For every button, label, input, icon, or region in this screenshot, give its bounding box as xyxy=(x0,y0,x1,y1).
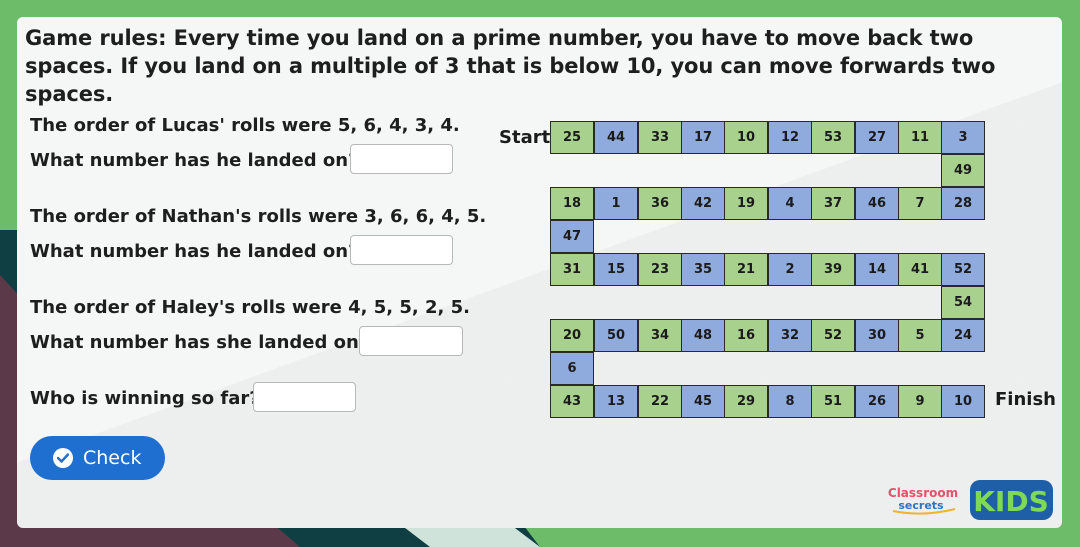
board-cell: 25 xyxy=(550,121,594,154)
board-cell: 5 xyxy=(898,319,942,352)
board-cell: 32 xyxy=(768,319,812,352)
board-cell: 52 xyxy=(941,253,985,286)
check-button-label: Check xyxy=(83,447,142,469)
board-cell: 47 xyxy=(550,220,594,253)
board-cell: 50 xyxy=(594,319,638,352)
logo-badge: KIDS xyxy=(973,485,1049,518)
board-cell: 6 xyxy=(550,352,594,385)
board-cell: 45 xyxy=(681,385,725,418)
question-2-prompt: What number has he landed on? xyxy=(30,241,359,262)
board-cell: 18 xyxy=(550,187,594,220)
check-button[interactable]: Check xyxy=(30,436,165,480)
board-cell: 10 xyxy=(724,121,768,154)
board-cell: 53 xyxy=(811,121,855,154)
board-cell: 51 xyxy=(811,385,855,418)
board-cell: 48 xyxy=(681,319,725,352)
board-cell: 19 xyxy=(724,187,768,220)
board-cell: 52 xyxy=(811,319,855,352)
board-cell: 46 xyxy=(855,187,899,220)
board-cell: 41 xyxy=(898,253,942,286)
finish-label: Finish xyxy=(995,389,1056,410)
board-cell: 37 xyxy=(811,187,855,220)
board-cell: 2 xyxy=(768,253,812,286)
board-cell: 7 xyxy=(898,187,942,220)
question-1-answer-input[interactable] xyxy=(350,144,453,174)
board-cell: 31 xyxy=(550,253,594,286)
board-cell: 54 xyxy=(941,286,985,319)
board-cell: 12 xyxy=(768,121,812,154)
logo-line1: Classroom xyxy=(888,486,958,500)
question-3-answer-input[interactable] xyxy=(359,326,463,356)
board-cell: 39 xyxy=(811,253,855,286)
winner-prompt: Who is winning so far? xyxy=(30,388,260,409)
board-cell: 27 xyxy=(855,121,899,154)
logo-line2: secrets xyxy=(898,499,944,512)
board-cell: 42 xyxy=(681,187,725,220)
board-cell: 13 xyxy=(594,385,638,418)
classroom-secrets-kids-logo: Classroom secrets KIDS xyxy=(885,480,1055,520)
board-cell: 21 xyxy=(724,253,768,286)
question-2-statement: The order of Nathan's rolls were 3, 6, 6… xyxy=(30,206,487,227)
question-3-prompt: What number has she landed on? xyxy=(30,332,370,353)
board-cell: 36 xyxy=(638,187,682,220)
board-cell: 8 xyxy=(768,385,812,418)
board-cell: 20 xyxy=(550,319,594,352)
board-cell: 35 xyxy=(681,253,725,286)
board-cell: 16 xyxy=(724,319,768,352)
winner-answer-input[interactable] xyxy=(253,382,356,412)
board-cell: 1 xyxy=(594,187,638,220)
board-cell: 24 xyxy=(941,319,985,352)
board-cell: 44 xyxy=(594,121,638,154)
board-cell: 10 xyxy=(941,385,985,418)
board-cell: 22 xyxy=(638,385,682,418)
board-cell: 30 xyxy=(855,319,899,352)
board-cell: 28 xyxy=(941,187,985,220)
question-3-statement: The order of Haley's rolls were 4, 5, 5,… xyxy=(30,297,470,318)
question-1-prompt: What number has he landed on? xyxy=(30,150,359,171)
check-circle-icon xyxy=(53,448,73,468)
board-cell: 33 xyxy=(638,121,682,154)
board-cell: 11 xyxy=(898,121,942,154)
board-cell: 34 xyxy=(638,319,682,352)
board-cell: 17 xyxy=(681,121,725,154)
board-cell: 9 xyxy=(898,385,942,418)
board-cell: 15 xyxy=(594,253,638,286)
board-cell: 49 xyxy=(941,154,985,187)
question-1-statement: The order of Lucas' rolls were 5, 6, 4, … xyxy=(30,115,460,136)
question-2-answer-input[interactable] xyxy=(350,235,453,265)
board-cell: 29 xyxy=(724,385,768,418)
board-cell: 4 xyxy=(768,187,812,220)
board-cell: 26 xyxy=(855,385,899,418)
game-rules-text: Game rules: Every time you land on a pri… xyxy=(25,26,996,106)
start-label: Start xyxy=(499,127,551,148)
board-cell: 23 xyxy=(638,253,682,286)
board-cell: 14 xyxy=(855,253,899,286)
board-cell: 3 xyxy=(941,121,985,154)
board-cell: 43 xyxy=(550,385,594,418)
